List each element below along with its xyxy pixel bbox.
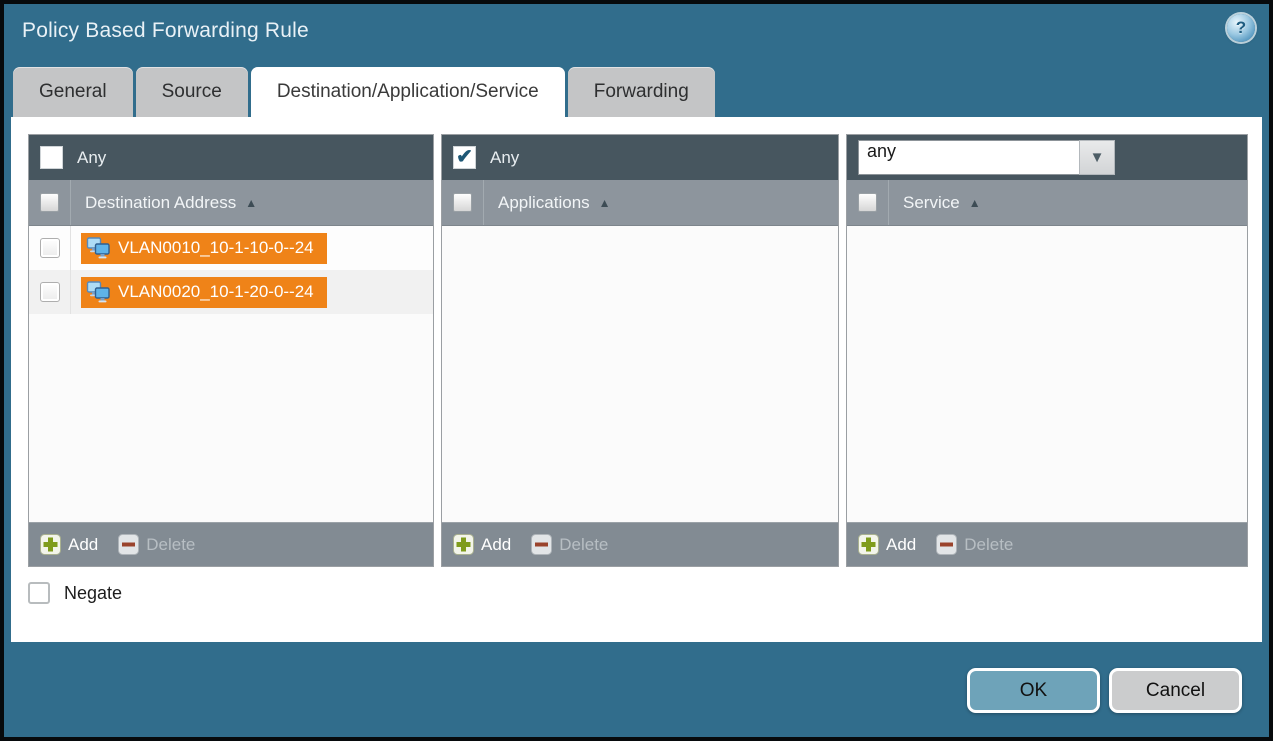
add-label: Add — [886, 535, 916, 555]
negate-label: Negate — [64, 583, 122, 604]
service-delete-button[interactable]: Delete — [936, 534, 1013, 555]
service-dropdown-value[interactable]: any — [858, 140, 1079, 175]
destination-add-button[interactable]: Add — [40, 534, 98, 555]
row-checkbox[interactable] — [40, 282, 60, 302]
add-label: Add — [481, 535, 511, 555]
address-label: VLAN0020_10-1-20-0--24 — [118, 282, 314, 302]
chevron-down-icon[interactable]: ▼ — [1079, 140, 1115, 175]
address-tag[interactable]: VLAN0020_10-1-20-0--24 — [81, 277, 327, 308]
applications-sort-header[interactable]: Applications ▲ — [484, 180, 611, 225]
list-item[interactable]: VLAN0010_10-1-10-0--24 — [29, 226, 433, 270]
service-sort-header[interactable]: Service ▲ — [889, 180, 981, 225]
help-icon[interactable]: ? — [1227, 14, 1255, 42]
destination-footer: Add Delete — [29, 522, 433, 566]
applications-panel: ✔ Any Applications ▲ — [441, 134, 839, 567]
address-tag[interactable]: VLAN0010_10-1-10-0--24 — [81, 233, 327, 264]
service-panel: any ▼ Service ▲ — [846, 134, 1248, 567]
network-address-icon — [86, 237, 111, 260]
minus-icon — [936, 534, 957, 555]
applications-any-checkbox[interactable]: ✔ — [453, 146, 476, 169]
destination-sort-header[interactable]: Destination Address ▲ — [71, 180, 257, 225]
tab-destination-application-service[interactable]: Destination/Application/Service — [251, 67, 565, 117]
service-add-button[interactable]: Add — [858, 534, 916, 555]
page-title: Policy Based Forwarding Rule — [22, 19, 309, 43]
destination-column-title: Destination Address — [85, 193, 236, 213]
row-checkbox[interactable] — [40, 238, 60, 258]
service-footer: Add Delete — [847, 522, 1247, 566]
applications-column-title: Applications — [498, 193, 590, 213]
sort-ascending-icon: ▲ — [969, 197, 981, 209]
destination-any-bar: ✔ Any — [29, 135, 433, 180]
destination-list: VLAN0010_10-1-10-0--24 VLAN0020_10-1-20-… — [29, 226, 433, 522]
ok-button[interactable]: OK — [967, 668, 1100, 713]
applications-footer: Add Delete — [442, 522, 838, 566]
tab-bar: General Source Destination/Application/S… — [13, 67, 715, 117]
destination-column-header: Destination Address ▲ — [29, 180, 433, 226]
plus-icon — [858, 534, 879, 555]
delete-label: Delete — [964, 535, 1013, 555]
negate-checkbox[interactable] — [28, 582, 50, 604]
add-label: Add — [68, 535, 98, 555]
service-list — [847, 226, 1247, 522]
tab-forwarding[interactable]: Forwarding — [568, 67, 715, 117]
cancel-button[interactable]: Cancel — [1109, 668, 1242, 713]
minus-icon — [118, 534, 139, 555]
destination-any-label: Any — [77, 148, 106, 168]
service-dropdown-bar: any ▼ — [847, 135, 1247, 180]
minus-icon — [531, 534, 552, 555]
sort-ascending-icon: ▲ — [245, 197, 257, 209]
destination-delete-button[interactable]: Delete — [118, 534, 195, 555]
applications-delete-button[interactable]: Delete — [531, 534, 608, 555]
address-label: VLAN0010_10-1-10-0--24 — [118, 238, 314, 258]
plus-icon — [453, 534, 474, 555]
help-glyph: ? — [1236, 18, 1246, 38]
tab-general[interactable]: General — [13, 67, 133, 117]
plus-icon — [40, 534, 61, 555]
service-select-all-checkbox[interactable] — [858, 193, 877, 212]
delete-label: Delete — [559, 535, 608, 555]
service-dropdown[interactable]: any ▼ — [858, 140, 1115, 175]
applications-list — [442, 226, 838, 522]
applications-column-header: Applications ▲ — [442, 180, 838, 226]
sort-ascending-icon: ▲ — [599, 197, 611, 209]
applications-add-button[interactable]: Add — [453, 534, 511, 555]
destination-panel: ✔ Any Destination Address ▲ — [28, 134, 434, 567]
negate-row: Negate — [28, 582, 122, 604]
policy-forwarding-dialog: Policy Based Forwarding Rule ? General S… — [0, 0, 1273, 741]
list-item[interactable]: VLAN0020_10-1-20-0--24 — [29, 270, 433, 314]
check-icon: ✔ — [456, 144, 473, 169]
network-address-icon — [86, 281, 111, 304]
tab-source[interactable]: Source — [136, 67, 248, 117]
applications-any-bar: ✔ Any — [442, 135, 838, 180]
destination-any-checkbox[interactable]: ✔ — [40, 146, 63, 169]
service-column-title: Service — [903, 193, 960, 213]
applications-select-all-checkbox[interactable] — [453, 193, 472, 212]
tab-content: ✔ Any Destination Address ▲ — [11, 117, 1262, 642]
applications-any-label: Any — [490, 148, 519, 168]
service-column-header: Service ▲ — [847, 180, 1247, 226]
destination-select-all-checkbox[interactable] — [40, 193, 59, 212]
delete-label: Delete — [146, 535, 195, 555]
